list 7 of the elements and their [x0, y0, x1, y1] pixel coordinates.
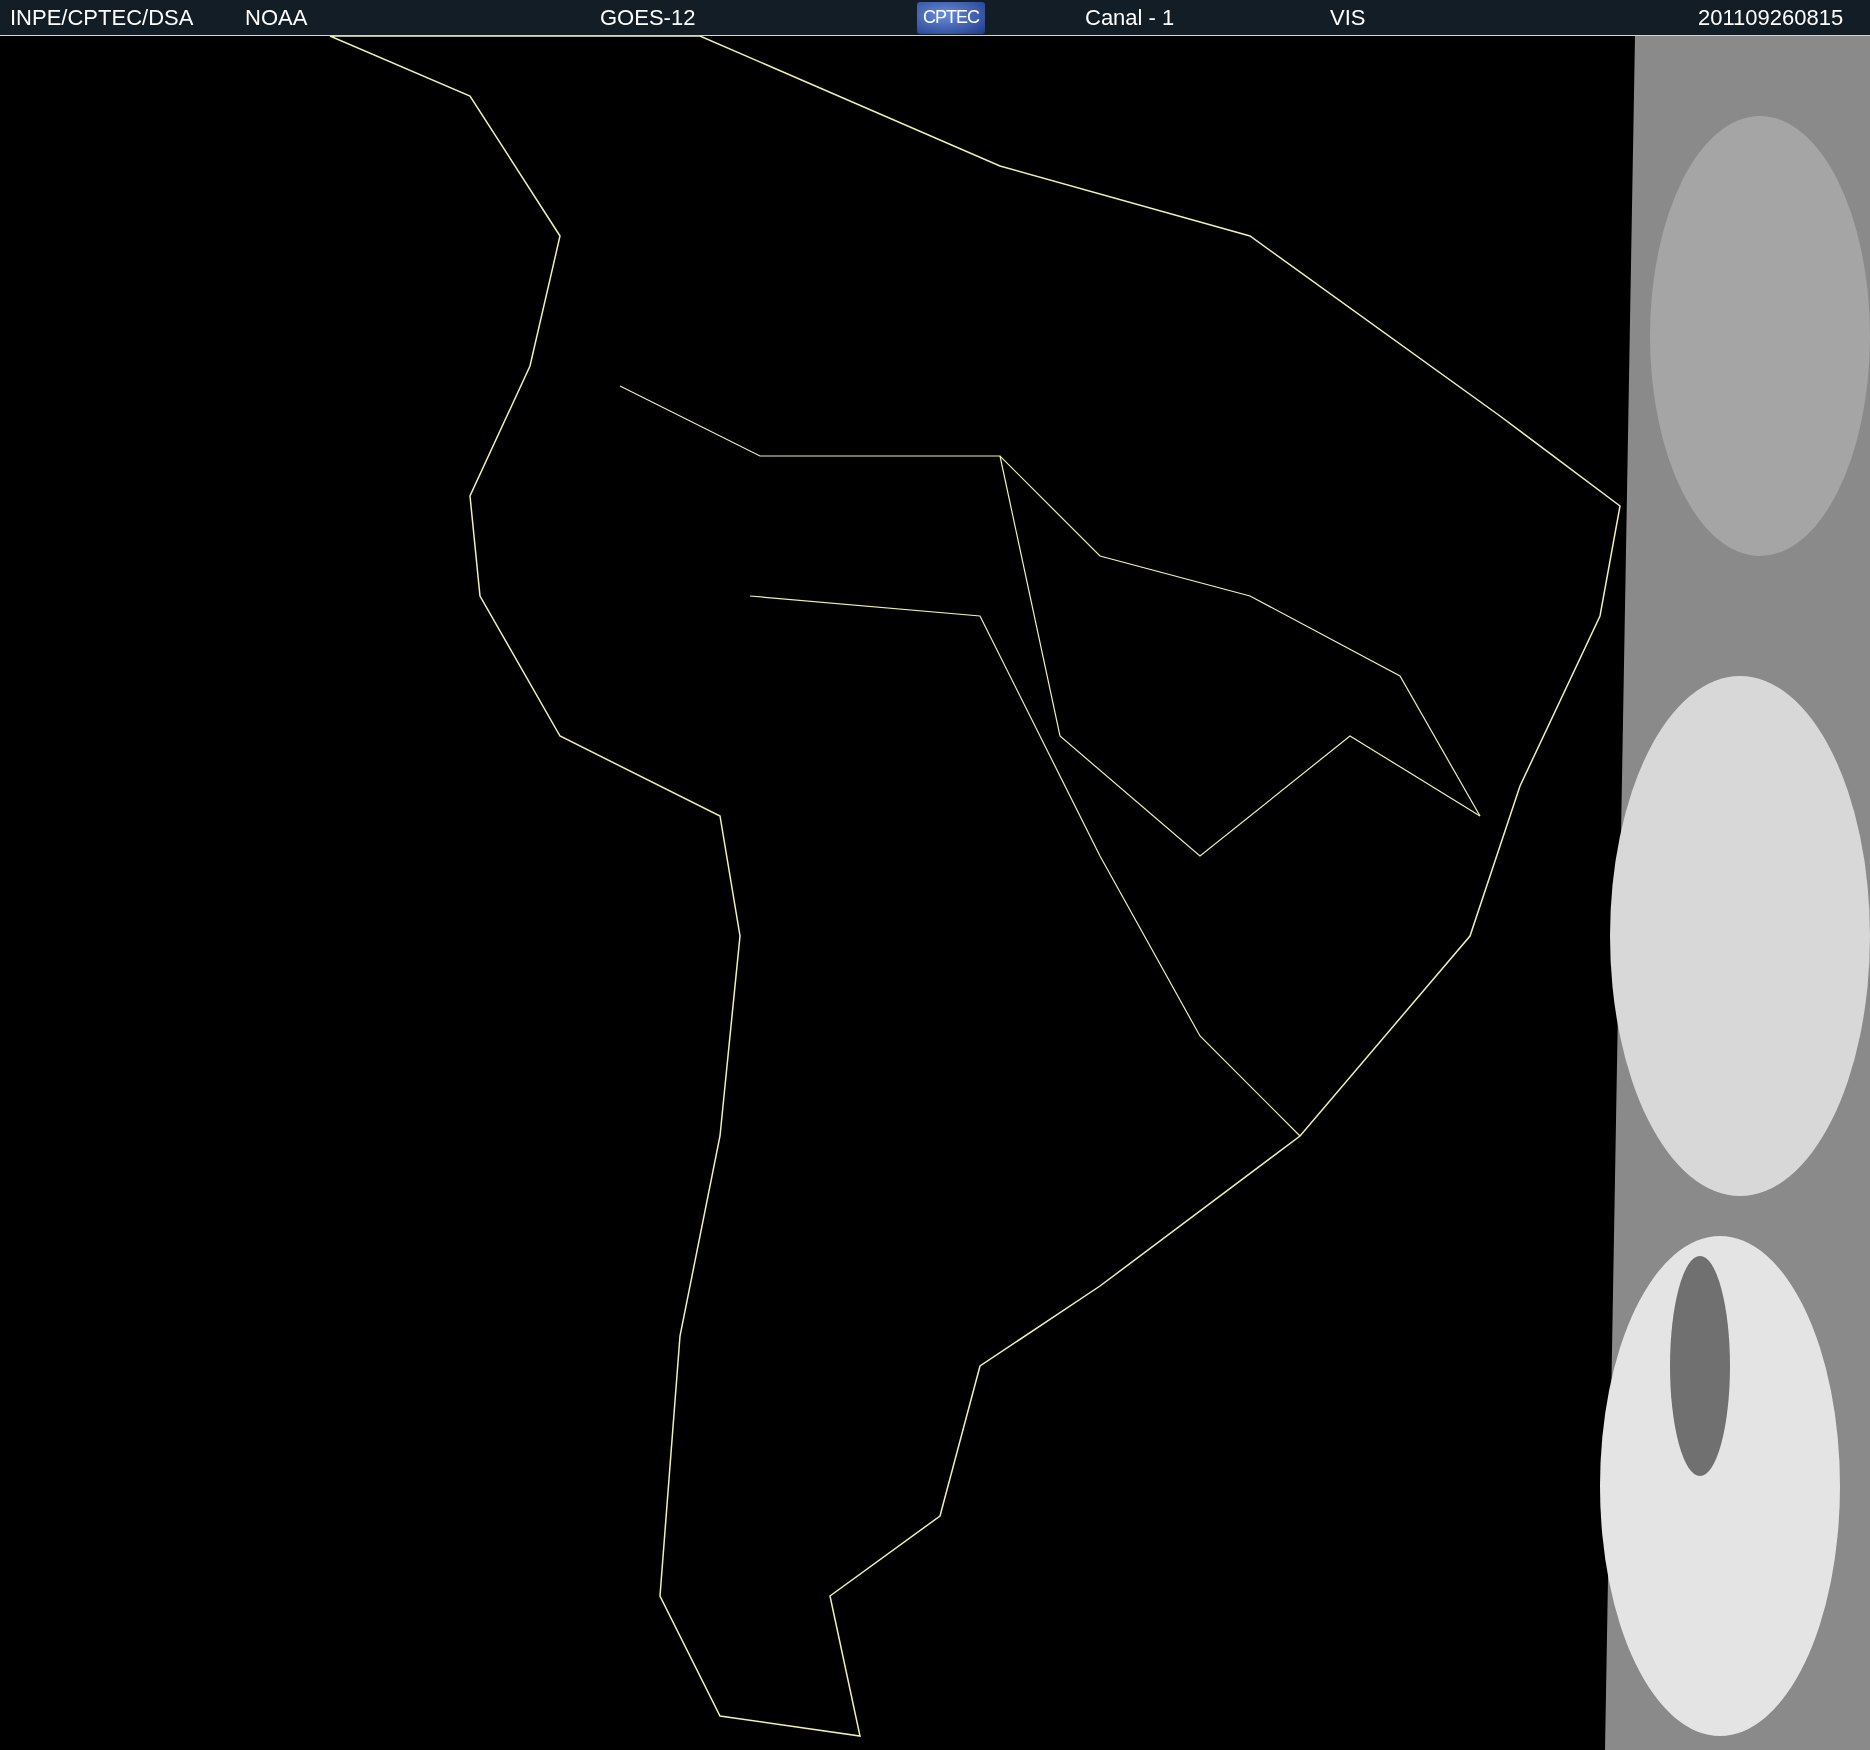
- logo: CPTEC: [917, 1, 985, 34]
- header-label: Canal - 1: [1085, 4, 1176, 31]
- header-label: VIS: [1330, 4, 1367, 31]
- header-label: 201109260815: [1698, 4, 1844, 31]
- header-label: NOAA: [245, 4, 309, 31]
- header-label: INPE/CPTEC/DSA: [10, 4, 195, 31]
- header-label: GOES-12: [600, 4, 697, 31]
